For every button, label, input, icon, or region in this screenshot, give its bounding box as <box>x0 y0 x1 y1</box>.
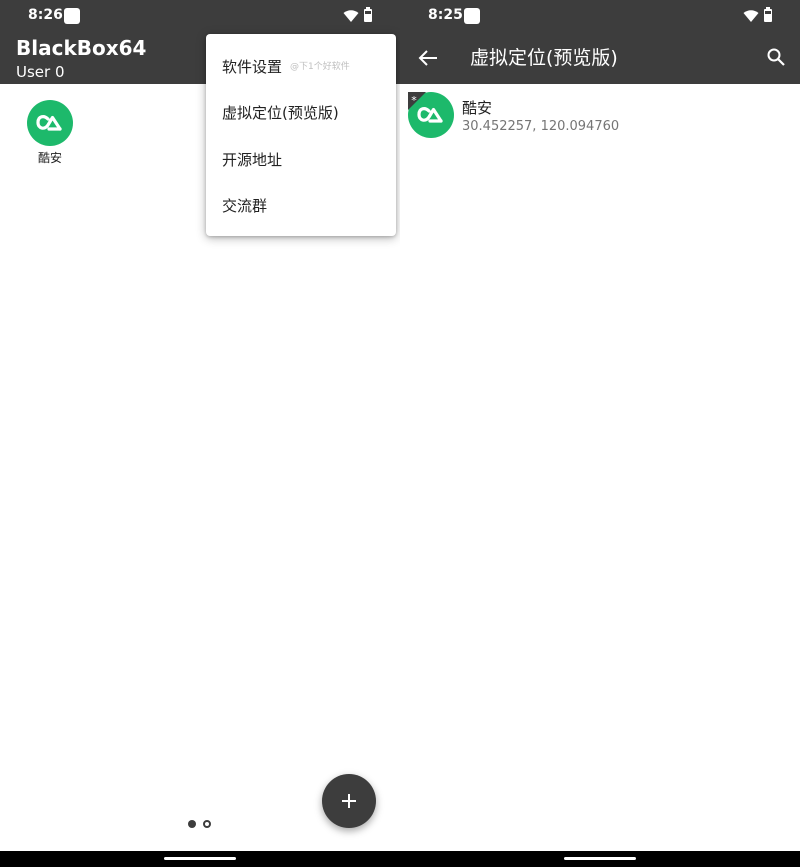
menu-item-virtual-location[interactable]: 虚拟定位(预览版) <box>222 102 339 123</box>
wifi-icon <box>343 10 359 22</box>
watermark: @下1个好软件 <box>290 62 350 72</box>
status-bar: 8:26 <box>0 0 400 32</box>
search-icon[interactable] <box>766 47 786 67</box>
right-screen: 8:25 虚拟定位(预览版) * 酷安 30.452257, 120.09476… <box>400 0 800 867</box>
left-screen: 8:26 BlackBox64 User 0 酷安 软件设置 @下1个好软件 虚… <box>0 0 400 867</box>
menu-item-settings[interactable]: 软件设置 <box>222 56 282 77</box>
home-handle[interactable] <box>164 857 236 860</box>
page-dot[interactable] <box>203 820 211 828</box>
notification-icon <box>464 8 480 24</box>
app-name: 酷安 <box>37 151 62 165</box>
page-title: 虚拟定位(预览版) <box>470 47 618 69</box>
menu-item-group-chat[interactable]: 交流群 <box>222 195 267 216</box>
app-name: 酷安 <box>462 99 493 117</box>
coolapk-icon <box>27 100 73 146</box>
overflow-menu: 软件设置 @下1个好软件 虚拟定位(预览版) 开源地址 交流群 <box>206 34 396 236</box>
navigation-bar <box>0 851 400 867</box>
plus-icon <box>342 794 356 808</box>
page-indicator <box>188 820 212 828</box>
battery-icon <box>764 7 772 22</box>
home-handle[interactable] <box>564 857 636 860</box>
coolapk-icon: * <box>408 92 454 138</box>
notification-icon <box>64 8 80 24</box>
app-tile-coolapk[interactable]: 酷安 <box>23 100 77 166</box>
add-app-button[interactable] <box>322 774 376 828</box>
back-arrow-icon[interactable] <box>417 47 439 69</box>
navigation-bar <box>400 851 800 867</box>
page-dot-active[interactable] <box>188 820 196 828</box>
status-time: 8:26 <box>28 7 63 23</box>
battery-icon <box>364 7 372 22</box>
menu-item-source-code[interactable]: 开源地址 <box>222 149 282 170</box>
list-item[interactable]: * 酷安 30.452257, 120.094760 <box>400 90 800 140</box>
app-title: BlackBox64 <box>16 36 147 60</box>
user-label[interactable]: User 0 <box>16 63 65 81</box>
wifi-icon <box>743 10 759 22</box>
status-bar: 8:25 <box>400 0 800 32</box>
app-bar: 虚拟定位(预览版) <box>400 32 800 84</box>
status-time: 8:25 <box>428 7 463 23</box>
location-coordinates: 30.452257, 120.094760 <box>462 119 620 134</box>
